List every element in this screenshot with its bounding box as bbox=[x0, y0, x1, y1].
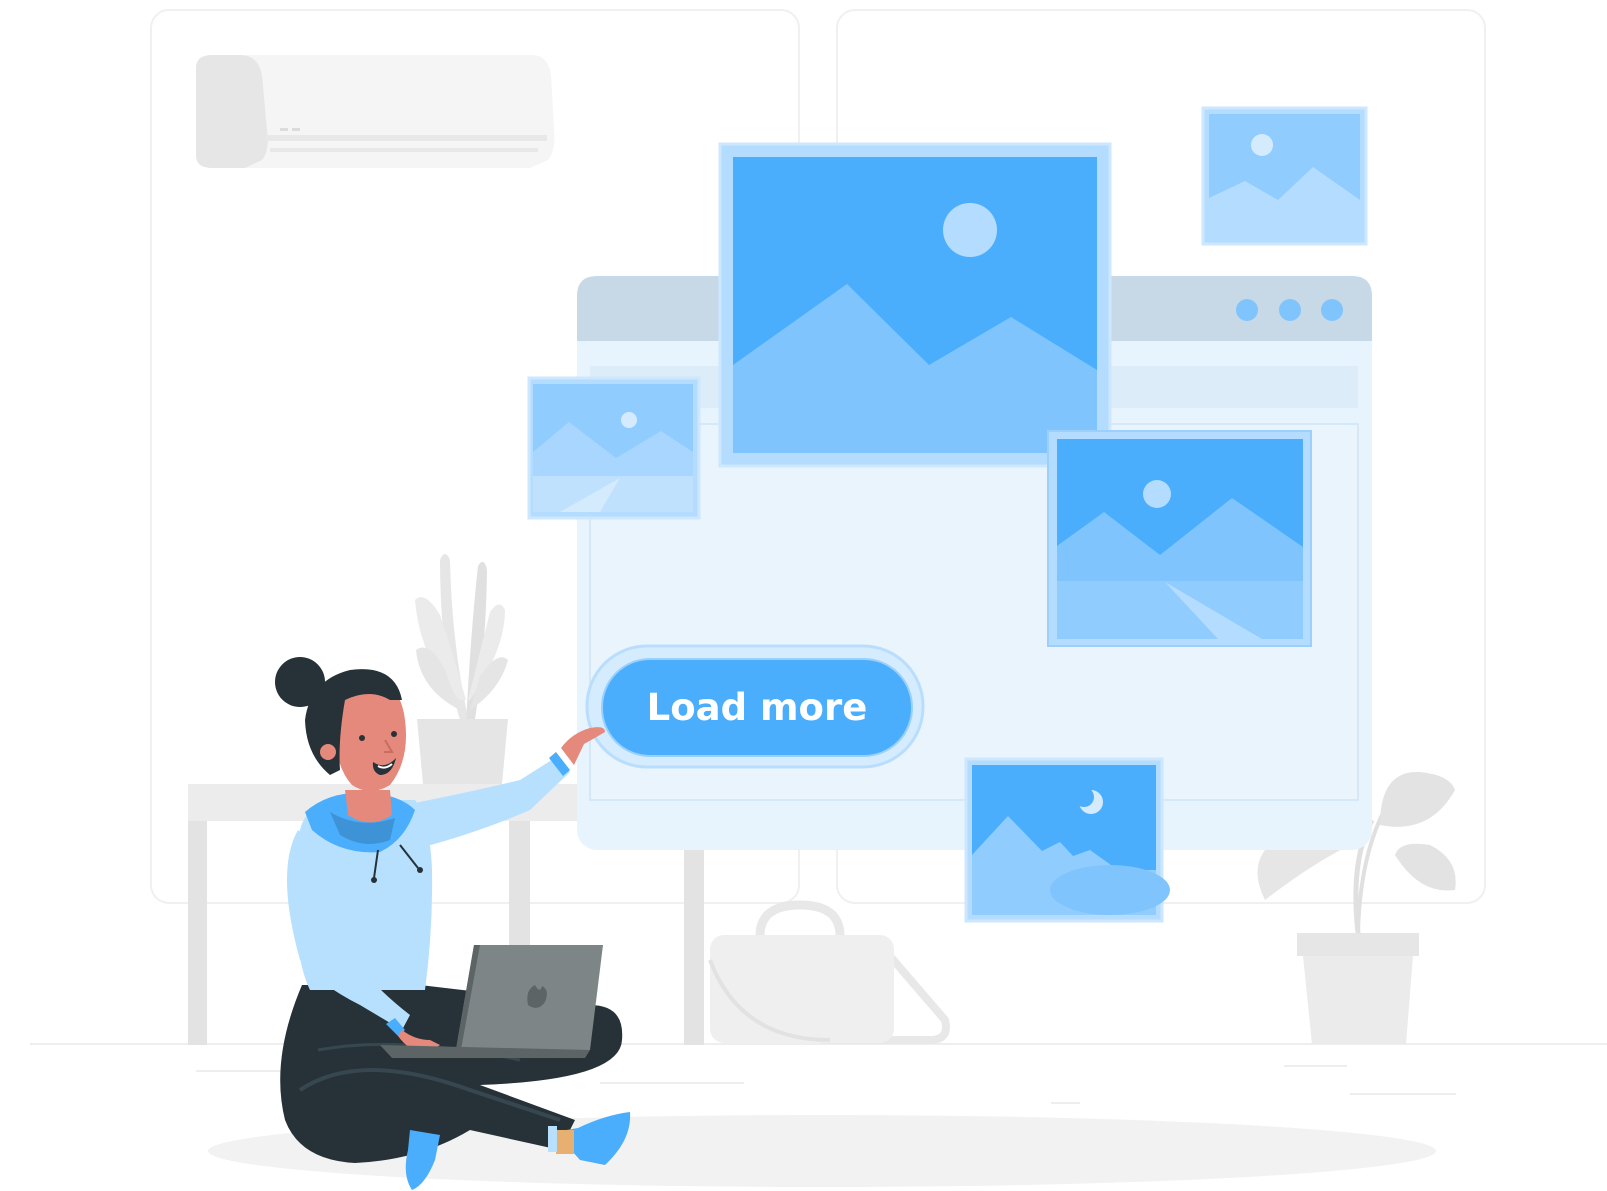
bag-icon bbox=[708, 900, 950, 1044]
load-more-label: Load more bbox=[647, 686, 868, 729]
image-placeholder-icon bbox=[527, 376, 701, 520]
dot-icon bbox=[1279, 299, 1301, 321]
dot-icon bbox=[1236, 299, 1258, 321]
load-more-button[interactable]: Load more bbox=[585, 644, 925, 769]
illustration-scene: Load more bbox=[0, 0, 1607, 1191]
image-placeholder-icon bbox=[1201, 106, 1368, 246]
image-placeholder-icon bbox=[718, 142, 1112, 468]
dot-icon bbox=[1321, 299, 1343, 321]
image-placeholder-icon bbox=[1047, 430, 1312, 647]
night-image-placeholder-icon bbox=[964, 757, 1170, 923]
floor bbox=[30, 1043, 1607, 1187]
air-conditioner-icon bbox=[196, 55, 555, 168]
